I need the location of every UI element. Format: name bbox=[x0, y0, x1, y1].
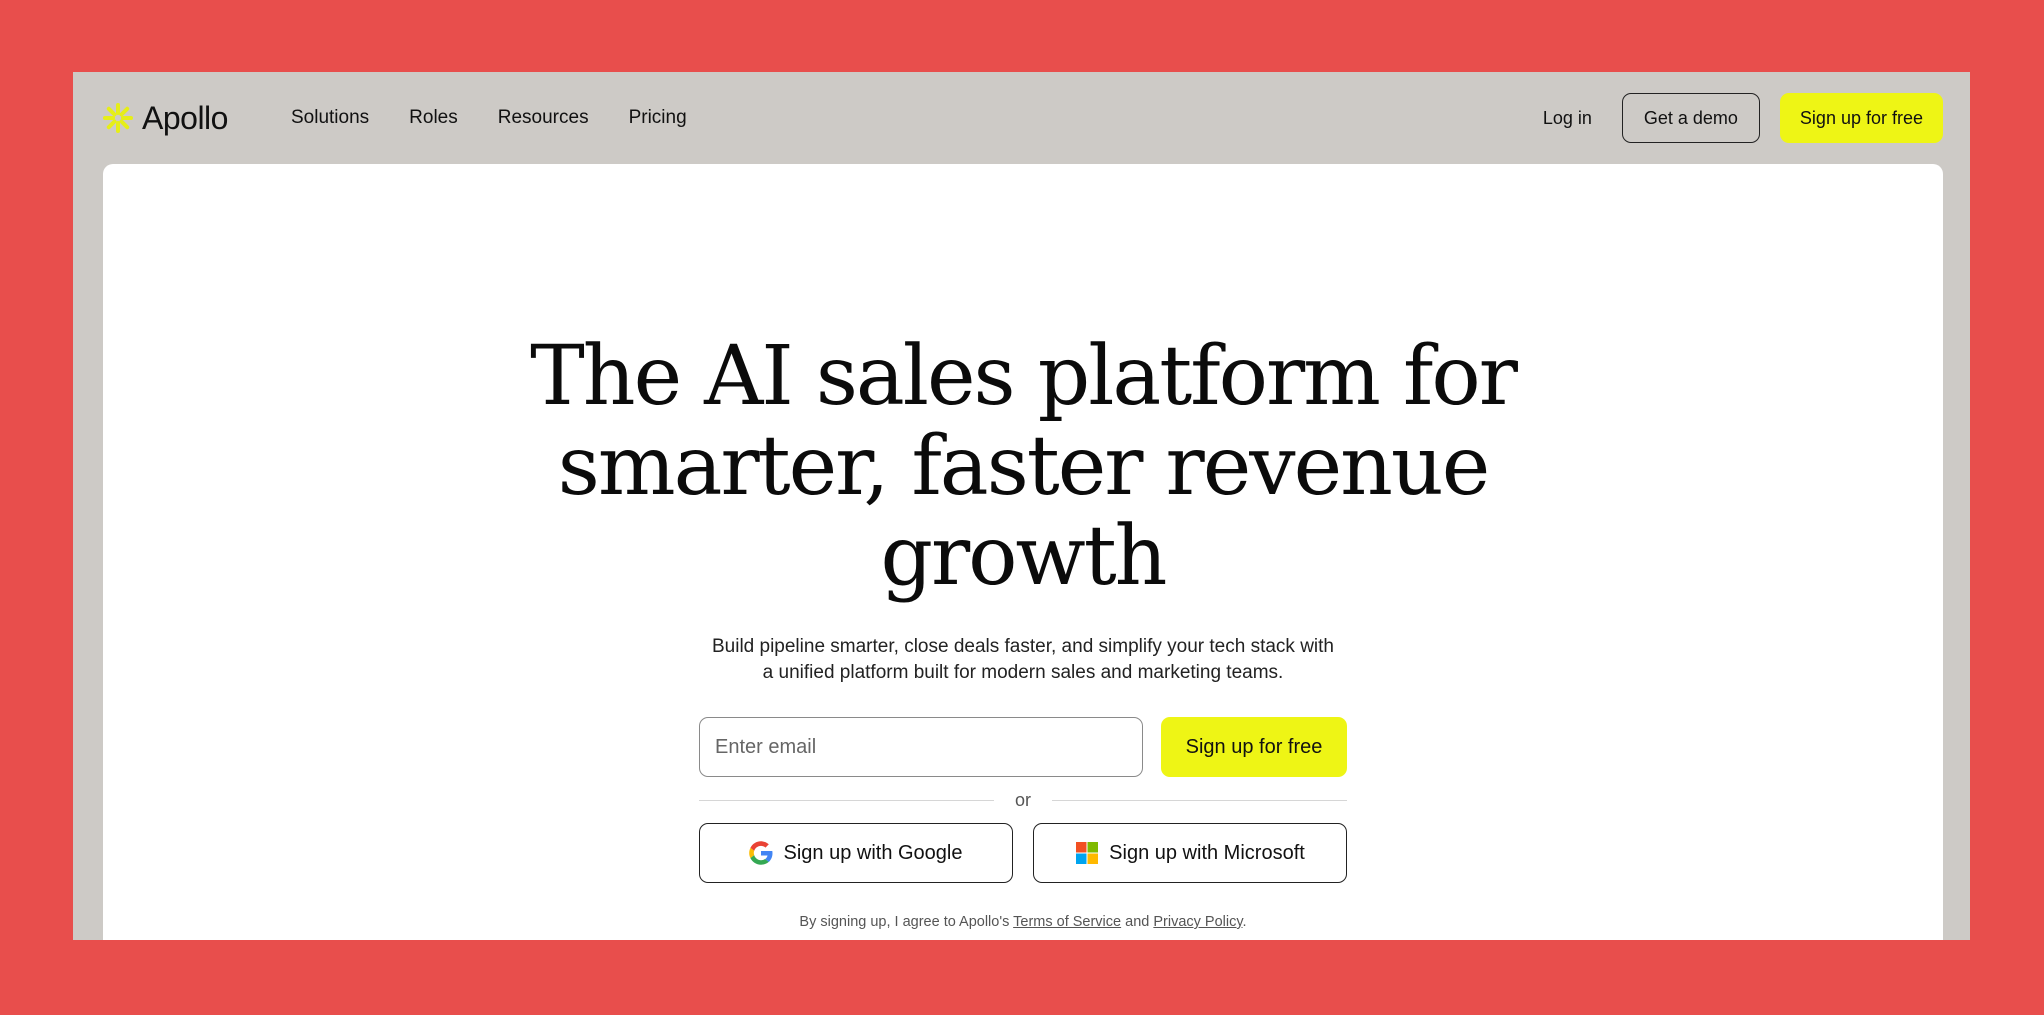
legal-notice: By signing up, I agree to Apollo's Terms… bbox=[103, 914, 1943, 930]
hero-title-line: growth bbox=[880, 509, 1167, 604]
apollo-logo[interactable]: Apollo bbox=[102, 98, 228, 138]
hero-subtitle: Build pipeline smarter, close deals fast… bbox=[103, 634, 1943, 686]
google-icon bbox=[749, 841, 773, 865]
or-divider: or bbox=[699, 787, 1348, 813]
email-signup-button[interactable]: Sign up for free bbox=[1161, 717, 1347, 777]
login-link[interactable]: Log in bbox=[1543, 108, 1592, 129]
privacy-policy-link[interactable]: Privacy Policy bbox=[1153, 914, 1242, 930]
email-signup-form: Sign up for free bbox=[699, 717, 1347, 777]
logo-wordmark: Apollo bbox=[142, 99, 228, 136]
divider-line bbox=[699, 799, 994, 801]
hero-card: The AI sales platform for smarter, faste… bbox=[103, 164, 1943, 940]
microsoft-icon bbox=[1076, 842, 1099, 864]
top-navigation: Apollo Solutions Roles Resources Pricing… bbox=[73, 72, 1970, 164]
hero-title: The AI sales platform for smarter, faste… bbox=[103, 332, 1943, 602]
hero-title-line: The AI sales platform for bbox=[530, 329, 1518, 424]
sso-buttons: Sign up with Google Sign up with Microso… bbox=[699, 823, 1347, 883]
nav-resources[interactable]: Resources bbox=[498, 107, 589, 129]
apollo-sunburst-icon bbox=[103, 103, 133, 133]
browser-viewport: Apollo Solutions Roles Resources Pricing… bbox=[73, 72, 1970, 940]
google-signup-label: Sign up with Google bbox=[783, 841, 963, 864]
nav-signup-button[interactable]: Sign up for free bbox=[1779, 93, 1943, 143]
legal-and: and bbox=[1121, 914, 1154, 930]
nav-actions: Log in Get a demo Sign up for free bbox=[1543, 93, 1943, 143]
microsoft-signup-button[interactable]: Sign up with Microsoft bbox=[1033, 823, 1347, 883]
legal-suffix: . bbox=[1242, 914, 1247, 930]
hero-subtitle-line: Build pipeline smarter, close deals fast… bbox=[711, 636, 1334, 657]
microsoft-signup-label: Sign up with Microsoft bbox=[1109, 841, 1305, 864]
nav-links: Solutions Roles Resources Pricing bbox=[291, 100, 687, 136]
google-signup-button[interactable]: Sign up with Google bbox=[699, 823, 1013, 883]
nav-roles[interactable]: Roles bbox=[409, 107, 458, 129]
divider-line bbox=[1052, 799, 1348, 801]
nav-pricing[interactable]: Pricing bbox=[629, 107, 687, 129]
get-demo-button[interactable]: Get a demo bbox=[1621, 93, 1760, 143]
nav-solutions[interactable]: Solutions bbox=[291, 107, 369, 129]
legal-prefix: By signing up, I agree to Apollo's bbox=[799, 914, 1014, 930]
or-label: or bbox=[1015, 789, 1032, 810]
hero-title-line: smarter, faster revenue bbox=[557, 419, 1491, 514]
email-input[interactable] bbox=[699, 717, 1143, 777]
hero-subtitle-line: a unified platform built for modern sale… bbox=[762, 662, 1284, 683]
terms-of-service-link[interactable]: Terms of Service bbox=[1013, 914, 1121, 930]
